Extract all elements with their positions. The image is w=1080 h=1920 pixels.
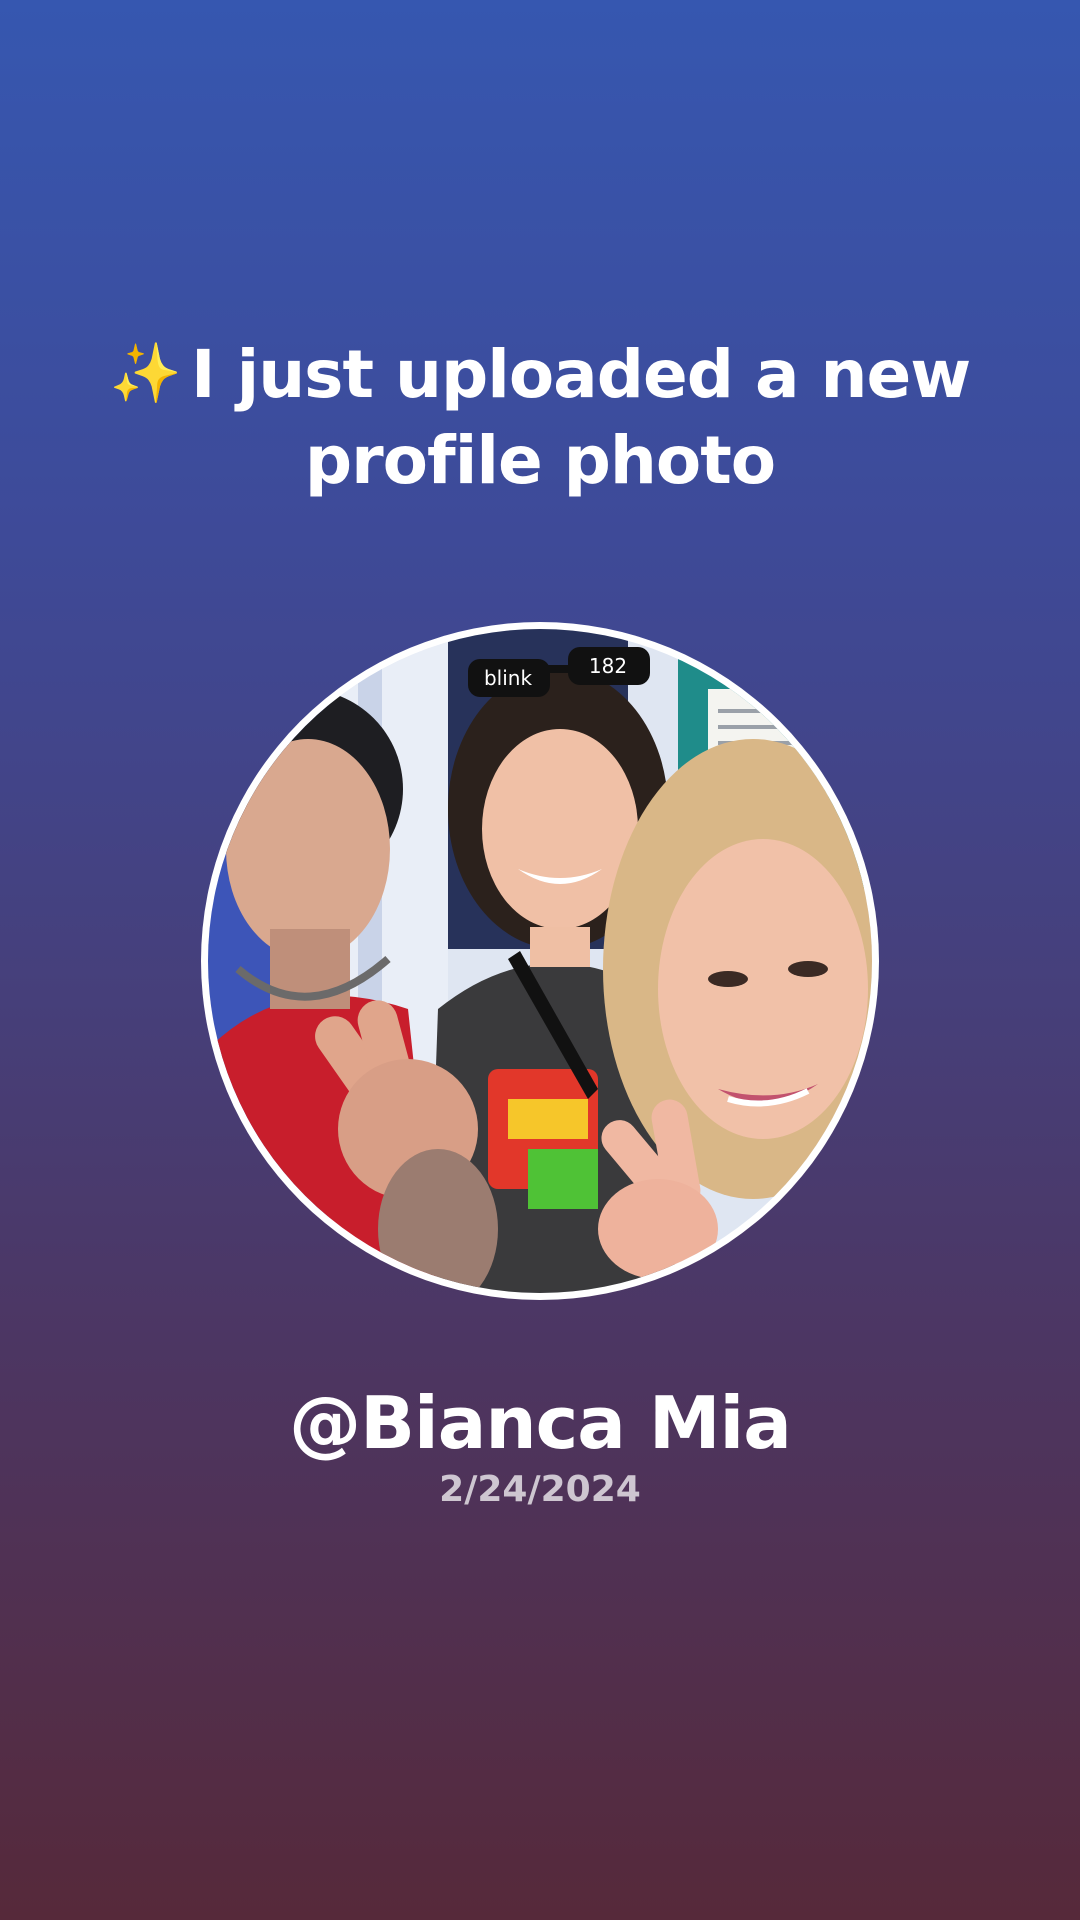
svg-text:182: 182 [589, 654, 627, 678]
post-screen: ✨ I just uploaded a new profile photo bl… [0, 0, 1080, 1920]
post-date: 2/24/2024 [439, 1469, 641, 1510]
profile-photo-image: blink 182 [208, 629, 872, 1293]
headline-line-1: ✨ I just uploaded a new [80, 330, 1000, 418]
profile-photo-frame[interactable]: blink 182 [201, 622, 879, 1300]
headline-text-1: I just uploaded a new [191, 336, 971, 413]
svg-text:blink: blink [484, 666, 532, 690]
headline: ✨ I just uploaded a new profile photo [80, 330, 1000, 504]
sparkles-icon: ✨ [109, 339, 182, 407]
headline-line-2: profile photo [304, 422, 776, 499]
profile-photo[interactable]: blink 182 [208, 629, 872, 1293]
username[interactable]: @Bianca Mia [40, 1378, 1040, 1468]
